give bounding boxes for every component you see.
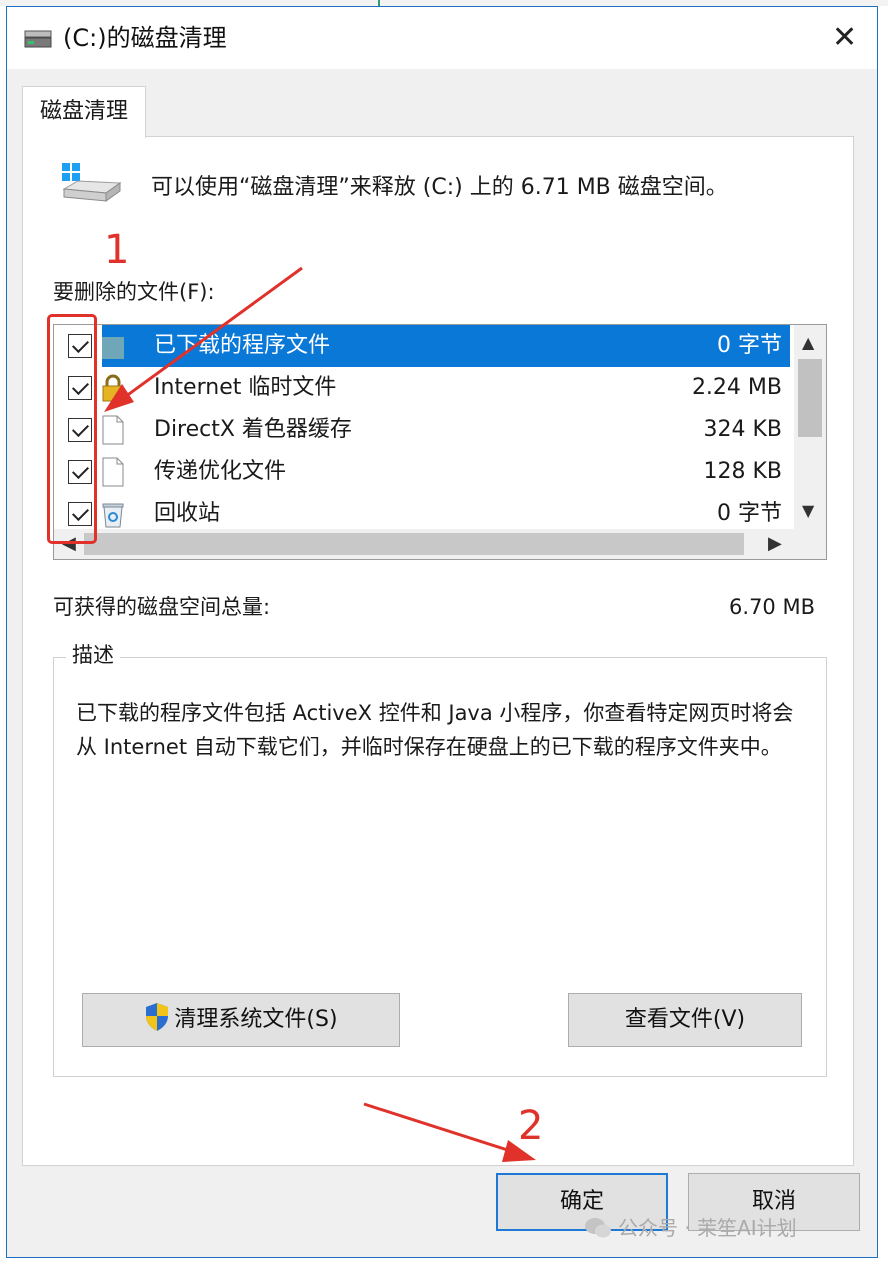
- watermark: 公众号 · 茉笙AI计划: [584, 1212, 797, 1241]
- arrow-2-head: [502, 1140, 536, 1162]
- arrow-2-line: [363, 1102, 521, 1156]
- arrow-1-head: [104, 384, 134, 412]
- tab-disk-cleanup[interactable]: 磁盘清理: [22, 86, 146, 138]
- arrow-1-line: [117, 266, 303, 404]
- wechat-icon: [585, 1218, 611, 1238]
- annotation-arrows: [104, 266, 536, 1162]
- watermark-text: 公众号 · 茉笙AI计划: [618, 1216, 797, 1240]
